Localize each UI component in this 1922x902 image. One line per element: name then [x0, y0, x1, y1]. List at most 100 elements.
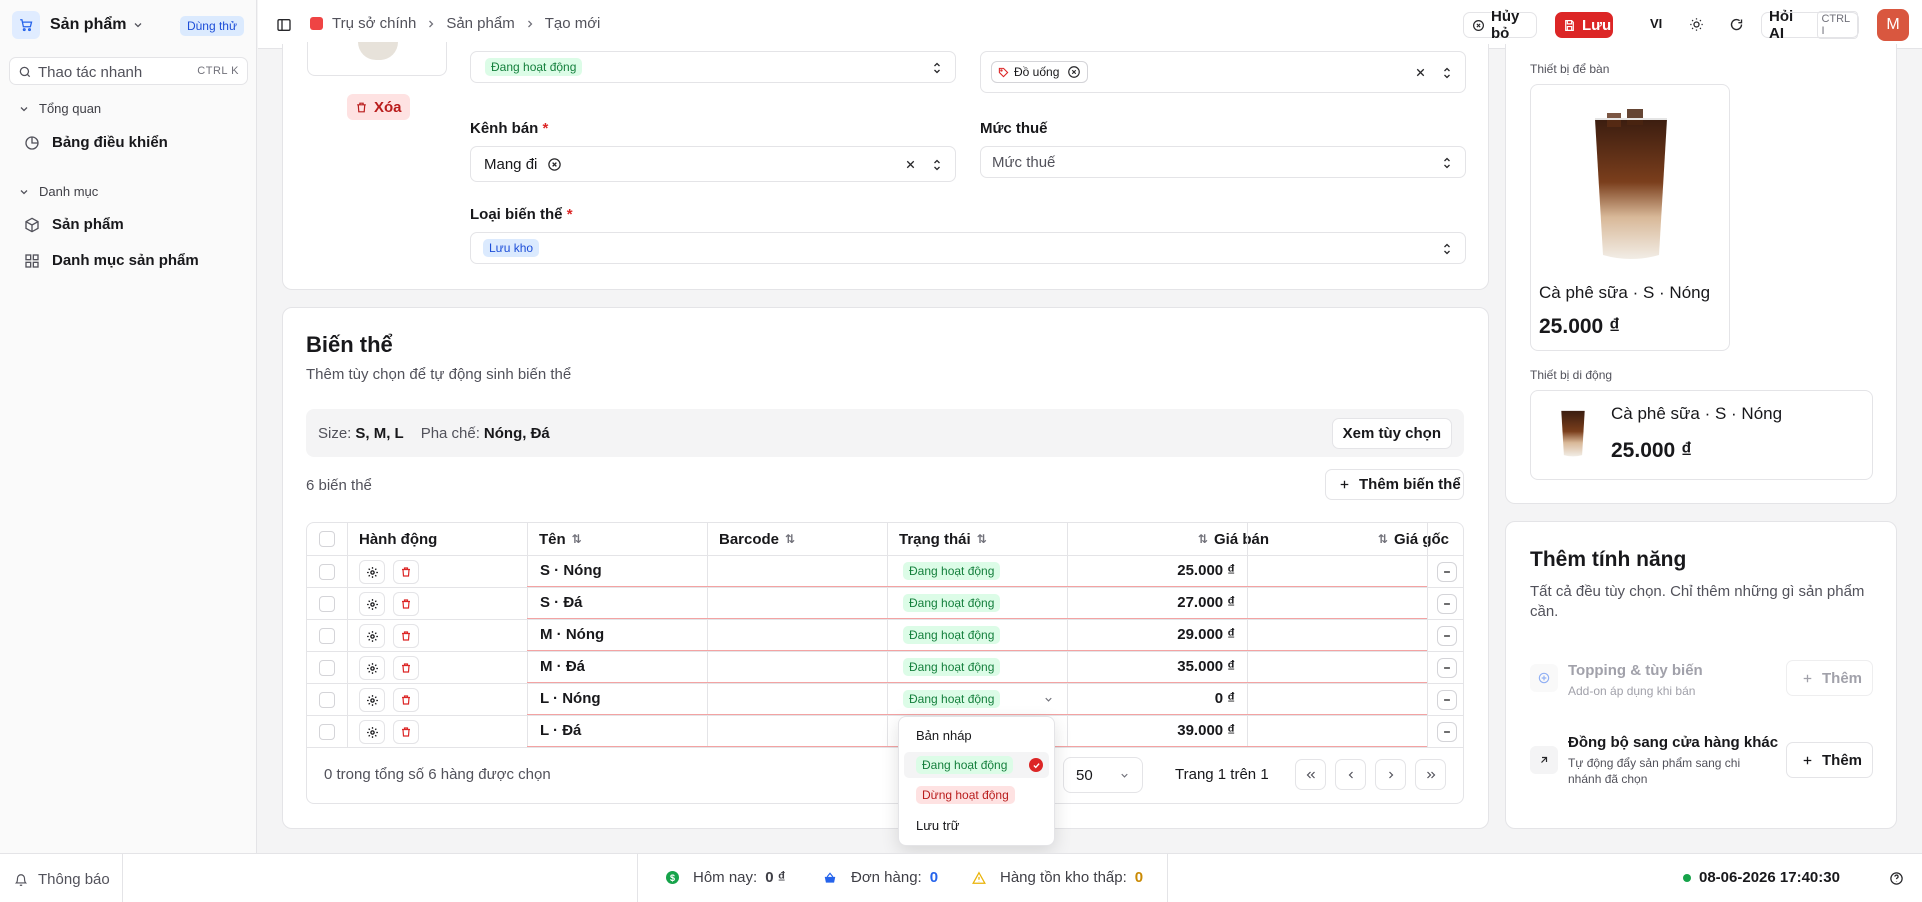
- notifications-button[interactable]: Thông báo: [14, 871, 110, 888]
- row-checkbox[interactable]: [319, 596, 335, 612]
- row-remove-button[interactable]: [1437, 594, 1457, 614]
- row-price[interactable]: 0 ₫: [1215, 690, 1235, 707]
- row-remove-button[interactable]: [1437, 562, 1457, 582]
- row-name[interactable]: S · Nóng: [540, 562, 602, 579]
- delete-image-button[interactable]: Xóa: [347, 94, 410, 120]
- row-checkbox[interactable]: [319, 628, 335, 644]
- breadcrumb-item[interactable]: Trụ sở chính: [332, 15, 416, 32]
- column-header-status[interactable]: Trạng thái ⇅: [899, 523, 987, 555]
- row-remove-button[interactable]: [1437, 722, 1457, 742]
- row-remove-button[interactable]: [1437, 690, 1457, 710]
- row-name[interactable]: L · Nóng: [540, 690, 601, 707]
- language-switcher[interactable]: VI: [1650, 16, 1662, 31]
- row-settings-button[interactable]: [359, 560, 385, 584]
- row-price[interactable]: 35.000 ₫: [1177, 658, 1235, 675]
- option-label: Size:: [318, 424, 352, 442]
- low-stock-count: Hàng tồn kho thấp: 0: [972, 869, 1143, 886]
- brand-switcher[interactable]: Sản phẩm: [12, 11, 144, 39]
- row-status-select[interactable]: Đang hoạt động: [903, 658, 1001, 676]
- ask-ai-button[interactable]: Hỏi AI CTRL I: [1761, 8, 1859, 42]
- add-variant-button[interactable]: Thêm biến thể: [1325, 469, 1464, 500]
- help-icon[interactable]: [1889, 871, 1904, 886]
- clear-icon[interactable]: [904, 158, 917, 171]
- tax-select[interactable]: Mức thuế: [980, 146, 1466, 178]
- clear-icon[interactable]: [1414, 66, 1427, 79]
- page-size-select[interactable]: 50: [1063, 757, 1143, 793]
- row-checkbox[interactable]: [319, 692, 335, 708]
- row-settings-button[interactable]: [359, 656, 385, 680]
- row-status-select[interactable]: Đang hoạt động: [903, 594, 1001, 612]
- row-checkbox[interactable]: [319, 660, 335, 676]
- row-checkbox[interactable]: [319, 564, 335, 580]
- row-name[interactable]: L · Đá: [540, 722, 581, 739]
- last-page-button[interactable]: [1415, 759, 1446, 790]
- section-overview[interactable]: Tổng quan: [18, 101, 101, 116]
- row-remove-button[interactable]: [1437, 626, 1457, 646]
- row-status-select[interactable]: Đang hoạt động: [903, 626, 1001, 644]
- gear-icon: [366, 662, 379, 675]
- row-price[interactable]: 29.000 ₫: [1177, 626, 1235, 643]
- row-delete-button[interactable]: [393, 656, 419, 680]
- breadcrumb-item[interactable]: Sản phẩm: [446, 15, 514, 32]
- variant-type-select[interactable]: Lưu kho: [470, 232, 1466, 264]
- table-row: L · Nóng Đang hoạt động 0 ₫: [307, 683, 1463, 716]
- row-delete-button[interactable]: [393, 592, 419, 616]
- save-button[interactable]: Lưu: [1555, 12, 1613, 38]
- row-price[interactable]: 39.000 ₫: [1177, 722, 1235, 739]
- row-price[interactable]: 27.000 ₫: [1177, 594, 1235, 611]
- sun-icon[interactable]: [1689, 17, 1704, 32]
- options-summary: Size: S, M, L Pha chế: Nóng, Đá Xem tùy …: [306, 409, 1464, 457]
- branch-icon: [310, 17, 323, 30]
- row-settings-button[interactable]: [359, 592, 385, 616]
- sidebar-item-dashboard[interactable]: Bảng điều khiển: [24, 134, 168, 151]
- row-delete-button[interactable]: [393, 688, 419, 712]
- row-name[interactable]: S · Đá: [540, 594, 583, 611]
- row-name[interactable]: M · Đá: [540, 658, 585, 675]
- minus-icon: [1442, 727, 1452, 737]
- channel-select[interactable]: Mang đi: [470, 146, 956, 182]
- sidebar-item-categories[interactable]: Danh mục sản phẩm: [24, 252, 199, 269]
- next-page-button[interactable]: [1375, 759, 1406, 790]
- view-options-button[interactable]: Xem tùy chọn: [1331, 418, 1452, 449]
- row-price[interactable]: 25.000 ₫: [1177, 562, 1235, 579]
- prev-page-button[interactable]: [1335, 759, 1366, 790]
- sidebar-item-products[interactable]: Sản phẩm: [24, 216, 124, 233]
- column-header-barcode[interactable]: Barcode ⇅: [719, 523, 795, 555]
- row-checkbox[interactable]: [319, 724, 335, 740]
- column-header-name[interactable]: Tên ⇅: [539, 523, 582, 555]
- remove-chip-icon[interactable]: [1067, 65, 1081, 79]
- avatar[interactable]: M: [1877, 9, 1909, 41]
- row-settings-button[interactable]: [359, 720, 385, 744]
- row-delete-button[interactable]: [393, 560, 419, 584]
- row-status-select[interactable]: Đang hoạt động: [903, 562, 1001, 580]
- status-option-archived[interactable]: Lưu trữ: [904, 812, 1049, 838]
- variant-type-badge: Lưu kho: [483, 239, 540, 257]
- row-remove-button[interactable]: [1437, 658, 1457, 678]
- status-option-active[interactable]: Đang hoạt động: [904, 752, 1049, 778]
- status-option-inactive[interactable]: Dừng hoạt động: [904, 782, 1049, 808]
- row-delete-button[interactable]: [393, 720, 419, 744]
- refresh-icon[interactable]: [1729, 17, 1744, 32]
- remove-chip-icon[interactable]: [547, 157, 562, 172]
- select-all-checkbox[interactable]: [319, 531, 335, 547]
- add-topping-button[interactable]: Thêm: [1786, 660, 1873, 696]
- section-catalog[interactable]: Danh mục: [18, 184, 98, 199]
- status-select[interactable]: Đang hoạt động: [470, 51, 956, 83]
- category-select[interactable]: Đồ uống: [980, 51, 1466, 93]
- row-delete-button[interactable]: [393, 624, 419, 648]
- chevron-down-icon: [20, 189, 28, 194]
- add-sync-button[interactable]: Thêm: [1786, 742, 1873, 778]
- status-option-draft[interactable]: Bản nháp: [904, 722, 1049, 748]
- cancel-button[interactable]: Hủy bỏ: [1463, 8, 1537, 42]
- gear-icon: [366, 694, 379, 707]
- product-image-thumbnail[interactable]: [307, 42, 447, 76]
- first-page-button[interactable]: [1295, 759, 1326, 790]
- quick-action-search[interactable]: Thao tác nhanh CTRL K: [9, 57, 248, 85]
- row-status-select[interactable]: Đang hoạt động: [903, 690, 1001, 708]
- row-settings-button[interactable]: [359, 624, 385, 648]
- search-icon: [18, 65, 32, 79]
- row-settings-button[interactable]: [359, 688, 385, 712]
- desktop-preview-name: Cà phê sữa · S · Nóng: [1539, 283, 1711, 302]
- sidebar-toggle-icon[interactable]: [276, 17, 292, 33]
- row-name[interactable]: M · Nóng: [540, 626, 604, 643]
